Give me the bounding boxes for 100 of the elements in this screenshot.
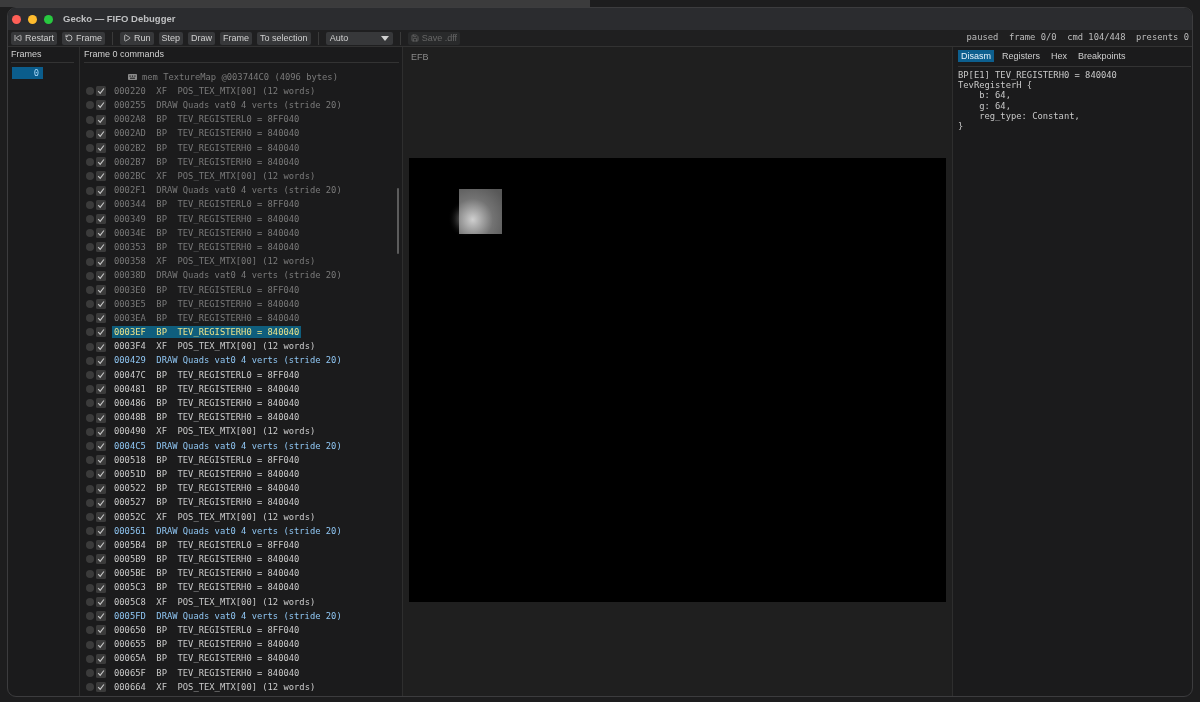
checkbox[interactable] — [96, 128, 106, 139]
command-entry[interactable]: 0005B4 BP TEV_REGISTERL0 = 8FF040 — [112, 539, 302, 552]
inspector-tab[interactable]: Disasm — [958, 50, 994, 62]
dot-icon[interactable] — [86, 683, 94, 692]
command-entry[interactable]: 000490 XF POS_TEX_MTX[00] (12 words) — [112, 425, 318, 438]
checkbox[interactable] — [96, 440, 106, 451]
dot-icon[interactable] — [86, 569, 94, 578]
dot-icon[interactable] — [86, 101, 94, 110]
command-entry[interactable]: 000561 DRAW Quads vat0 4 verts (stride 20) — [112, 525, 344, 538]
checkbox[interactable] — [96, 554, 106, 565]
checkbox[interactable] — [96, 384, 106, 395]
command-entry[interactable]: 0005BE BP TEV_REGISTERH0 = 840040 — [112, 567, 302, 580]
command-entry[interactable]: 00052C XF POS_TEX_MTX[00] (12 words) — [112, 510, 318, 523]
dot-icon[interactable] — [86, 385, 94, 394]
command-entry[interactable]: 0002F1 DRAW Quads vat0 4 verts (stride 20) — [112, 184, 344, 197]
checkbox[interactable] — [96, 398, 106, 409]
checkbox[interactable] — [96, 682, 106, 693]
checkbox[interactable] — [96, 341, 106, 352]
checkbox[interactable] — [96, 299, 106, 310]
dot-icon[interactable] — [86, 598, 94, 607]
checkbox[interactable] — [96, 653, 106, 664]
dot-icon[interactable] — [86, 271, 94, 280]
dot-icon[interactable] — [86, 371, 94, 380]
command-entry[interactable]: 000429 DRAW Quads vat0 4 verts (stride 20) — [112, 354, 344, 367]
command-entry[interactable]: 000664 XF POS_TEX_MTX[00] (12 words) — [112, 681, 318, 694]
dot-icon[interactable] — [86, 583, 94, 592]
scrollbar-thumb[interactable] — [397, 188, 399, 254]
checkbox[interactable] — [96, 228, 106, 239]
dot-icon[interactable] — [86, 356, 94, 365]
checkbox[interactable] — [96, 597, 106, 608]
checkbox[interactable] — [96, 469, 106, 480]
dot-icon[interactable] — [86, 87, 94, 96]
command-entry[interactable]: 0002AD BP TEV_REGISTERH0 = 840040 — [112, 127, 302, 140]
checkbox[interactable] — [96, 171, 106, 182]
command-entry[interactable]: 000255 DRAW Quads vat0 4 verts (stride 20) — [112, 99, 344, 112]
inspector-tab[interactable]: Hex — [1048, 50, 1071, 62]
dot-icon[interactable] — [86, 172, 94, 181]
dot-icon[interactable] — [86, 399, 94, 408]
checkbox[interactable] — [96, 511, 106, 522]
command-entry[interactable]: 000481 BP TEV_REGISTERH0 = 840040 — [112, 383, 302, 396]
command-entry[interactable]: 000522 BP TEV_REGISTERH0 = 840040 — [112, 482, 302, 495]
dot-icon[interactable] — [86, 484, 94, 493]
checkbox[interactable] — [96, 540, 106, 551]
command-entry[interactable]: 0005FD DRAW Quads vat0 4 verts (stride 20) — [112, 610, 344, 623]
dot-icon[interactable] — [86, 257, 94, 266]
dot-icon[interactable] — [86, 470, 94, 479]
maximize-button[interactable] — [44, 14, 53, 24]
command-entry[interactable]: 000527 BP TEV_REGISTERH0 = 840040 — [112, 496, 302, 509]
dot-icon[interactable] — [86, 456, 94, 465]
command-entry[interactable]: 0003EA BP TEV_REGISTERH0 = 840040 — [112, 312, 302, 325]
command-entry[interactable]: 00034E BP TEV_REGISTERH0 = 840040 — [112, 227, 302, 240]
dot-icon[interactable] — [86, 158, 94, 167]
command-entry[interactable]: 000353 BP TEV_REGISTERH0 = 840040 — [112, 241, 302, 254]
dot-icon[interactable] — [86, 200, 94, 209]
dot-icon[interactable] — [86, 300, 94, 309]
command-entry[interactable]: 0004C5 DRAW Quads vat0 4 verts (stride 20) — [112, 439, 344, 452]
command-entry[interactable]: 0003F4 XF POS_TEX_MTX[00] (12 words) — [112, 340, 318, 353]
dot-icon[interactable] — [86, 285, 94, 294]
frame-item[interactable]: 0 — [12, 67, 43, 79]
dot-icon[interactable] — [86, 626, 94, 635]
dot-icon[interactable] — [86, 527, 94, 536]
dot-icon[interactable] — [86, 612, 94, 621]
dot-icon[interactable] — [86, 413, 94, 422]
inspector-tab[interactable]: Registers — [999, 50, 1044, 62]
command-entry[interactable]: 0002B7 BP TEV_REGISTERH0 = 840040 — [112, 156, 302, 169]
dot-icon[interactable] — [86, 144, 94, 153]
checkbox[interactable] — [96, 582, 106, 593]
inspector-tab[interactable]: Breakpoints — [1075, 50, 1129, 62]
command-entry[interactable]: 000344 BP TEV_REGISTERL0 = 8FF040 — [112, 198, 302, 211]
dot-icon[interactable] — [86, 441, 94, 450]
checkbox[interactable] — [96, 639, 106, 650]
checkbox[interactable] — [96, 370, 106, 381]
checkbox[interactable] — [96, 455, 106, 466]
checkbox[interactable] — [96, 86, 106, 97]
checkbox[interactable] — [96, 568, 106, 579]
command-entry[interactable]: 00047C BP TEV_REGISTERL0 = 8FF040 — [112, 369, 302, 382]
command-entry[interactable]: 0002BC XF POS_TEX_MTX[00] (12 words) — [112, 170, 318, 183]
dot-icon[interactable] — [86, 555, 94, 564]
frame-button[interactable]: Frame — [220, 31, 253, 45]
command-entry[interactable]: 00038D DRAW Quads vat0 4 verts (stride 20) — [112, 269, 344, 282]
command-entry[interactable]: 000486 BP TEV_REGISTERH0 = 840040 — [112, 397, 302, 410]
checkbox[interactable] — [96, 114, 106, 125]
command-entry[interactable]: 000220 XF POS_TEX_MTX[00] (12 words) — [112, 85, 318, 98]
command-entry[interactable]: 0005C8 XF POS_TEX_MTX[00] (12 words) — [112, 596, 318, 609]
dot-icon[interactable] — [86, 186, 94, 195]
checkbox[interactable] — [96, 143, 106, 154]
dot-icon[interactable] — [86, 214, 94, 223]
checkbox[interactable] — [96, 497, 106, 508]
draw-button[interactable]: Draw — [188, 31, 216, 45]
checkbox[interactable] — [96, 526, 106, 537]
command-entry[interactable]: 0002B2 BP TEV_REGISTERH0 = 840040 — [112, 142, 302, 155]
dot-icon[interactable] — [86, 427, 94, 436]
checkbox[interactable] — [96, 284, 106, 295]
checkbox[interactable] — [96, 157, 106, 168]
command-entry[interactable]: 0005C3 BP TEV_REGISTERH0 = 840040 — [112, 581, 302, 594]
command-entry[interactable]: 000650 BP TEV_REGISTERL0 = 8FF040 — [112, 624, 302, 637]
restart-button[interactable]: Restart — [11, 31, 57, 45]
checkbox[interactable] — [96, 242, 106, 253]
checkbox[interactable] — [96, 611, 106, 622]
dot-icon[interactable] — [86, 129, 94, 138]
